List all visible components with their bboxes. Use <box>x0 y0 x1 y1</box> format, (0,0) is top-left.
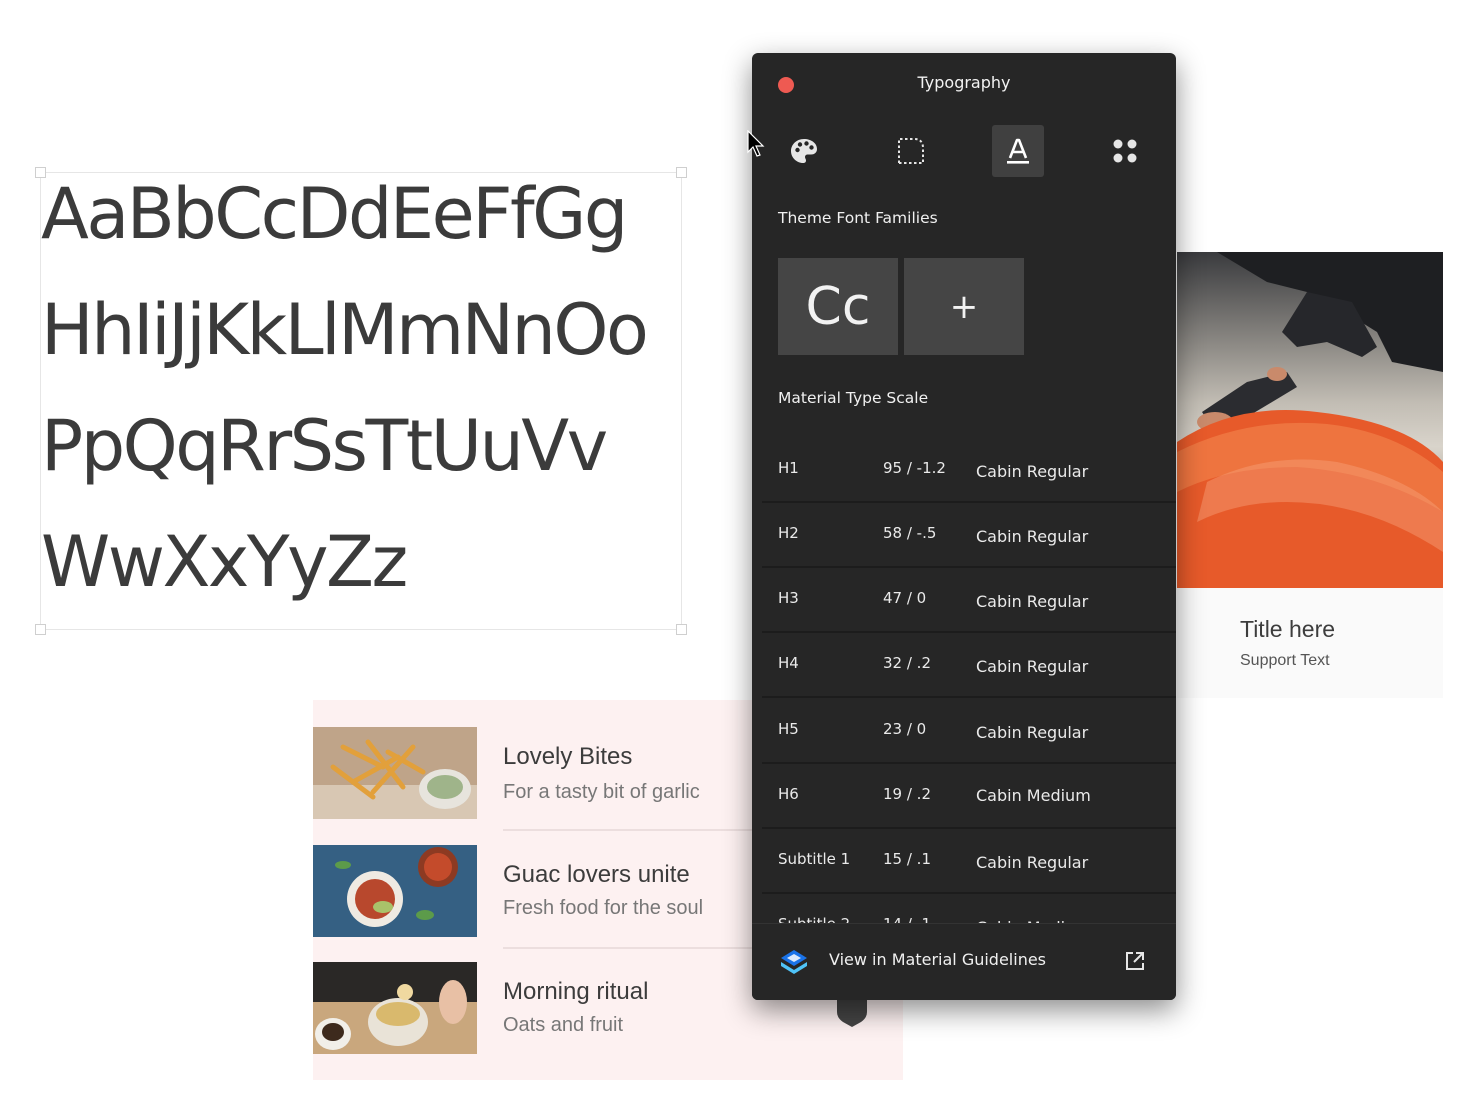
panel-footer: View in Material Guidelines <box>752 923 1176 1000</box>
type-scale-name: H6 <box>778 785 799 803</box>
type-scale-row-h6[interactable]: H6 19 / .2 Cabin Medium <box>762 763 1176 829</box>
type-scale-font: Cabin Regular <box>976 723 1089 742</box>
font-tile-label: Cc <box>805 276 871 337</box>
add-font-button[interactable]: + <box>904 258 1024 355</box>
type-scale-name: H2 <box>778 524 799 542</box>
type-scale-row-h5[interactable]: H5 23 / 0 Cabin Regular <box>762 698 1176 764</box>
type-scale-name: Subtitle 1 <box>778 850 851 868</box>
cursor-icon <box>747 130 765 157</box>
divider <box>503 829 763 831</box>
fries-thumbnail <box>313 727 477 819</box>
type-scale-size: 15 / .1 <box>883 850 931 868</box>
resize-handle-bottom-left[interactable] <box>35 624 46 635</box>
specimen-line-1: AaBbCcDdEeFfGg <box>41 173 628 255</box>
tab-typography[interactable] <box>992 125 1044 177</box>
type-scale-size: 47 / 0 <box>883 589 927 607</box>
type-scale-font: Cabin Medium <box>976 786 1091 805</box>
oats-thumbnail <box>313 962 477 1054</box>
media-card[interactable]: Title here Support Text <box>1177 252 1443 698</box>
list-item-subtitle: Fresh food for the soul <box>503 897 704 919</box>
material-guidelines-link[interactable]: View in Material Guidelines <box>829 950 1046 969</box>
type-scale-font: Cabin Regular <box>976 527 1089 546</box>
typography-panel: Typography Theme Font Families Cc + Mate… <box>752 53 1176 1000</box>
specimen-line-4: WwXxYyZz <box>41 521 408 603</box>
tab-color[interactable] <box>778 125 830 177</box>
favorite-icon[interactable] <box>835 998 869 1028</box>
list-item-subtitle: Oats and fruit <box>503 1014 624 1036</box>
font-family-tile[interactable]: Cc <box>778 258 898 355</box>
type-scale-row-h1[interactable]: H1 95 / -1.2 Cabin Regular <box>762 437 1176 503</box>
type-scale-row-subtitle-1[interactable]: Subtitle 1 15 / .1 Cabin Regular <box>762 828 1176 894</box>
shape-icon <box>898 138 924 164</box>
theme-font-families-label: Theme Font Families <box>778 209 938 227</box>
card-photo <box>1177 252 1443 588</box>
palette-icon <box>791 139 817 163</box>
card-title: Title here <box>1240 616 1336 642</box>
divider <box>503 947 763 949</box>
type-scale-name: H1 <box>778 459 799 477</box>
type-scale-font: Cabin Regular <box>976 657 1089 676</box>
tab-shape[interactable] <box>885 125 937 177</box>
type-scale-name: H5 <box>778 720 799 738</box>
list-item-title: Morning ritual <box>503 978 649 1005</box>
type-scale-size: 19 / .2 <box>883 785 931 803</box>
typography-icon <box>1007 138 1029 164</box>
type-scale-name: H4 <box>778 654 799 672</box>
resize-handle-bottom-right[interactable] <box>676 624 687 635</box>
type-specimen[interactable]: AaBbCcDdEeFfGg HhIiJjKkLlMmNnOo PpQqRrSs… <box>35 167 687 635</box>
card-support-text: Support Text <box>1240 652 1330 669</box>
list-item-title: Lovely Bites <box>503 743 633 770</box>
type-scale-name: H3 <box>778 589 799 607</box>
type-scale-size: 32 / .2 <box>883 654 931 672</box>
resize-handle-top-right[interactable] <box>676 167 687 178</box>
list-item-title: Guac lovers unite <box>503 861 690 888</box>
panel-title: Typography <box>917 73 1011 92</box>
components-icon <box>1113 139 1137 163</box>
type-scale-row-h4[interactable]: H4 32 / .2 Cabin Regular <box>762 632 1176 698</box>
tab-components[interactable] <box>1099 125 1151 177</box>
external-link-icon[interactable] <box>1124 950 1146 972</box>
type-scale-row-h2[interactable]: H2 58 / -.5 Cabin Regular <box>762 502 1176 568</box>
type-scale-font: Cabin Regular <box>976 853 1089 872</box>
specimen-line-2: HhIiJjKkLlMmNnOo <box>41 289 649 371</box>
list-item-subtitle: For a tasty bit of garlic <box>503 781 700 803</box>
type-scale-size: 95 / -1.2 <box>883 459 946 477</box>
type-scale-font: Cabin Regular <box>976 462 1089 481</box>
add-icon: + <box>949 286 979 327</box>
type-scale-label: Material Type Scale <box>778 389 929 407</box>
type-scale-size: 58 / -.5 <box>883 524 937 542</box>
type-scale-size: 23 / 0 <box>883 720 927 738</box>
material-logo-icon <box>781 950 807 974</box>
guacamole-thumbnail <box>313 845 477 937</box>
specimen-line-3: PpQqRrSsTtUuVv <box>41 405 608 487</box>
type-scale-font: Cabin Regular <box>976 592 1089 611</box>
type-scale-row-h3[interactable]: H3 47 / 0 Cabin Regular <box>762 567 1176 633</box>
